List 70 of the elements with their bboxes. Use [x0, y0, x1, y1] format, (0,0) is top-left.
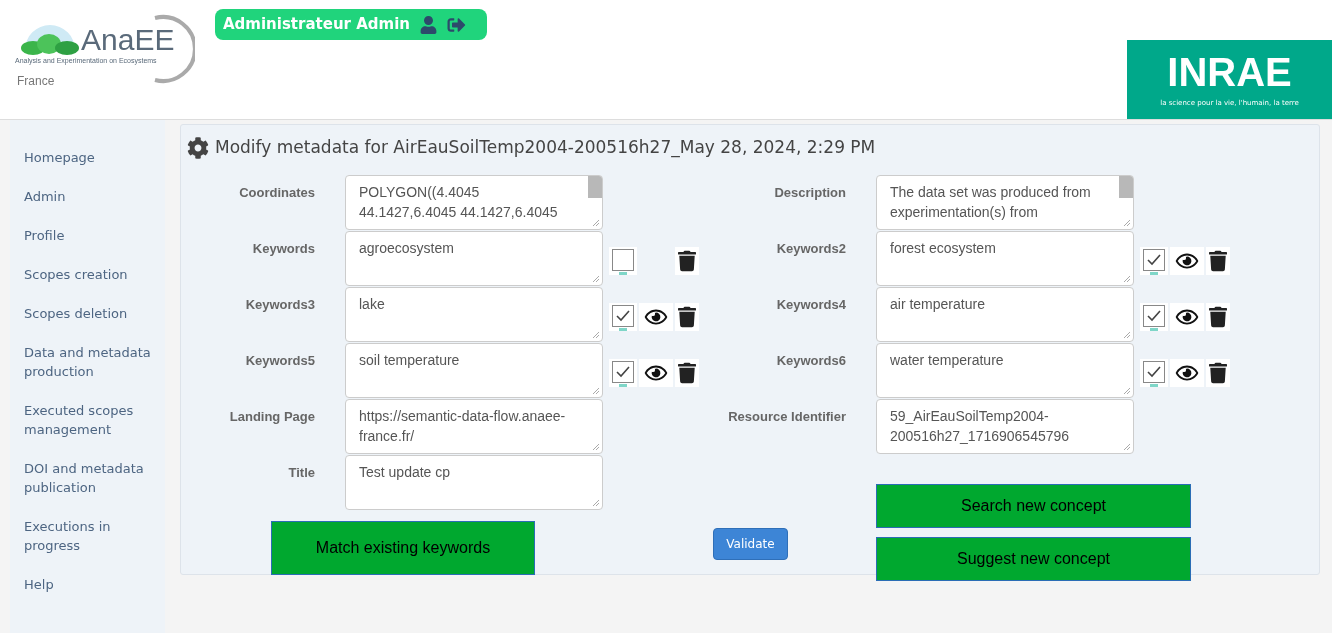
- text-area[interactable]: The data set was produced from experimentation(s) from: [876, 174, 1134, 230]
- field-label: Description: [773, 183, 846, 202]
- logout-icon[interactable]: [447, 15, 466, 34]
- checkmark-icon: [1146, 252, 1162, 267]
- field-label: Title: [287, 463, 315, 482]
- checkmark-icon: [1146, 308, 1162, 323]
- settings-icon: [187, 136, 209, 159]
- field-label: Resource Identifier: [727, 407, 846, 426]
- field-label: Keywords6: [775, 351, 846, 370]
- field-label: Keywords4: [775, 295, 846, 314]
- text-area[interactable]: lake: [345, 286, 603, 342]
- trash-icon[interactable]: [678, 304, 696, 329]
- text-area[interactable]: Test update cp: [345, 454, 603, 510]
- text-area[interactable]: agroecosystem: [345, 230, 603, 286]
- field-label: Keywords3: [244, 295, 315, 314]
- checkbox[interactable]: [1143, 248, 1165, 271]
- trash-icon[interactable]: [1209, 304, 1227, 329]
- checkbox[interactable]: [612, 304, 634, 327]
- sidebar-item[interactable]: Profile: [24, 216, 165, 255]
- resize-grip-icon[interactable]: [592, 386, 600, 395]
- field-label: Keywords: [251, 239, 315, 258]
- resize-grip-icon[interactable]: [1123, 442, 1131, 451]
- resize-grip-icon[interactable]: [1123, 218, 1131, 227]
- scrollbar-thumb[interactable]: [1119, 175, 1133, 198]
- checkbox[interactable]: [612, 360, 634, 383]
- page-title: Modify metadata for AirEauSoilTemp2004-200516h27_May 28, 2024, 2:29 PM: [215, 136, 876, 160]
- sidebar-item[interactable]: Scopes creation: [24, 255, 165, 294]
- resize-grip-icon[interactable]: [1123, 274, 1131, 283]
- sidebar-item[interactable]: Admin: [24, 177, 165, 216]
- text-area[interactable]: water temperature: [876, 342, 1134, 398]
- sidebar-item[interactable]: Executions in progress: [24, 507, 165, 565]
- resize-grip-icon[interactable]: [592, 274, 600, 283]
- checkmark-icon: [1146, 364, 1162, 379]
- validate-button[interactable]: Validate: [713, 528, 788, 560]
- suggest-concept-button[interactable]: Suggest new concept: [876, 536, 1191, 581]
- resize-grip-icon[interactable]: [592, 498, 600, 507]
- field-label: Coordinates: [238, 183, 315, 202]
- resize-grip-icon[interactable]: [592, 218, 600, 227]
- resize-grip-icon[interactable]: [1123, 330, 1131, 339]
- field-label: Keywords5: [244, 351, 315, 370]
- resize-grip-icon[interactable]: [1123, 386, 1131, 395]
- trash-icon[interactable]: [678, 360, 696, 385]
- resize-grip-icon[interactable]: [592, 330, 600, 339]
- field-label: Landing Page: [228, 407, 315, 426]
- checkmark-icon: [615, 364, 631, 379]
- trash-icon[interactable]: [1209, 248, 1227, 273]
- checkbox[interactable]: [1143, 304, 1165, 327]
- sidebar-item[interactable]: Help: [24, 565, 165, 604]
- text-area[interactable]: soil temperature: [345, 342, 603, 398]
- text-area[interactable]: https://semantic-data-flow.anaee-france.fr/: [345, 398, 603, 454]
- trash-icon[interactable]: [1209, 360, 1227, 385]
- text-area[interactable]: 59_AirEauSoilTemp2004-200516h27_1716906545796: [876, 398, 1134, 454]
- text-area[interactable]: forest ecosystem: [876, 230, 1134, 286]
- search-concept-button[interactable]: Search new concept: [876, 483, 1191, 528]
- checkmark-icon: [615, 308, 631, 323]
- sidebar-item[interactable]: Data and metadata production: [24, 333, 165, 391]
- user-icon[interactable]: [420, 15, 437, 34]
- checkbox[interactable]: [612, 248, 634, 271]
- text-area[interactable]: POLYGON((4.4045 44.1427,6.4045 44.1427,6.4045: [345, 174, 603, 230]
- resize-grip-icon[interactable]: [592, 442, 600, 451]
- text-area[interactable]: air temperature: [876, 286, 1134, 342]
- sidebar-item[interactable]: Executed scopes management: [24, 391, 165, 449]
- sidebar-item[interactable]: Homepage: [24, 138, 165, 177]
- sidebar-item[interactable]: DOI and metadata publication: [24, 449, 165, 507]
- match-keywords-button[interactable]: Match existing keywords: [271, 520, 535, 575]
- sidebar-item[interactable]: Scopes deletion: [24, 294, 165, 333]
- field-label: Keywords2: [775, 239, 846, 258]
- checkbox[interactable]: [1143, 360, 1165, 383]
- scrollbar-thumb[interactable]: [588, 175, 602, 198]
- trash-icon[interactable]: [678, 248, 696, 273]
